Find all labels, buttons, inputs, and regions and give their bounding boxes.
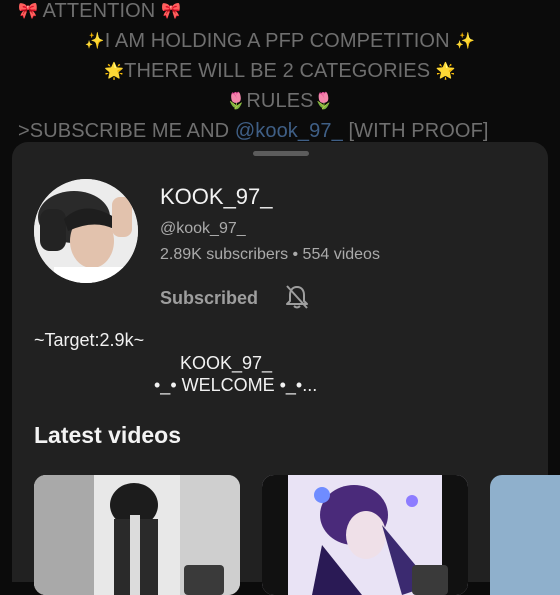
description-line: ~Target:2.9k~ <box>34 330 145 350</box>
video-thumbnail-image <box>262 475 468 595</box>
bow-icon: 🎀 <box>161 3 182 20</box>
bell-off-icon[interactable] <box>282 282 312 312</box>
video-thumbnail[interactable] <box>34 475 240 595</box>
post-categories-text: THERE WILL BE 2 CATEGORIES <box>124 60 431 82</box>
post-subscribe-text: >SUBSCRIBE ME AND <box>18 120 235 142</box>
bow-icon: 🎀 <box>18 3 39 20</box>
post-line-categories: 🌟THERE WILL BE 2 CATEGORIES 🌟 <box>0 60 560 83</box>
tulip-icon: 🌷 <box>313 93 334 110</box>
latest-videos-heading: Latest videos <box>34 422 181 448</box>
mention-link[interactable]: @kook_97_ <box>235 120 343 142</box>
star-icon: 🌟 <box>435 63 456 80</box>
sparkles-icon: ✨ <box>455 33 476 50</box>
post-text: 🎀 ATTENTION 🎀 ✨I AM HOLDING A PFP COMPET… <box>0 0 560 150</box>
post-rules-text: RULES <box>246 90 314 112</box>
sparkles-icon: ✨ <box>84 33 105 50</box>
channel-handle: @kook_97_ <box>160 220 246 237</box>
video-thumbnail[interactable] <box>262 475 468 595</box>
post-line-competition: ✨I AM HOLDING A PFP COMPETITION ✨ <box>0 30 560 53</box>
sheet-drag-handle[interactable] <box>253 151 309 156</box>
tulip-icon: 🌷 <box>226 93 247 110</box>
star-icon: 🌟 <box>104 63 125 80</box>
channel-stats: 2.89K subscribers • 554 videos <box>160 246 380 263</box>
post-line-attention: 🎀 ATTENTION 🎀 <box>18 0 181 23</box>
channel-name: KOOK_97_ <box>160 184 273 209</box>
avatar[interactable] <box>34 179 138 283</box>
description-line: KOOK_97_ <box>180 353 273 373</box>
post-attention-text: ATTENTION <box>42 0 156 22</box>
post-line-rules: 🌷RULES🌷 <box>0 90 560 113</box>
channel-bottom-sheet: KOOK_97_ @kook_97_ 2.89K subscribers • 5… <box>12 142 560 595</box>
description-line: •_• WELCOME •_•... <box>154 375 318 395</box>
subscribed-button[interactable]: Subscribed <box>160 288 258 309</box>
post-proof-text: [WITH PROOF] <box>342 120 489 142</box>
avatar-image <box>34 179 138 283</box>
post-competition-text: I AM HOLDING A PFP COMPETITION <box>104 30 450 52</box>
video-thumbnail-image <box>34 475 240 595</box>
post-line-subscribe: >SUBSCRIBE ME AND @kook_97_ [WITH PROOF] <box>18 120 489 143</box>
video-thumbnail[interactable] <box>490 475 560 595</box>
